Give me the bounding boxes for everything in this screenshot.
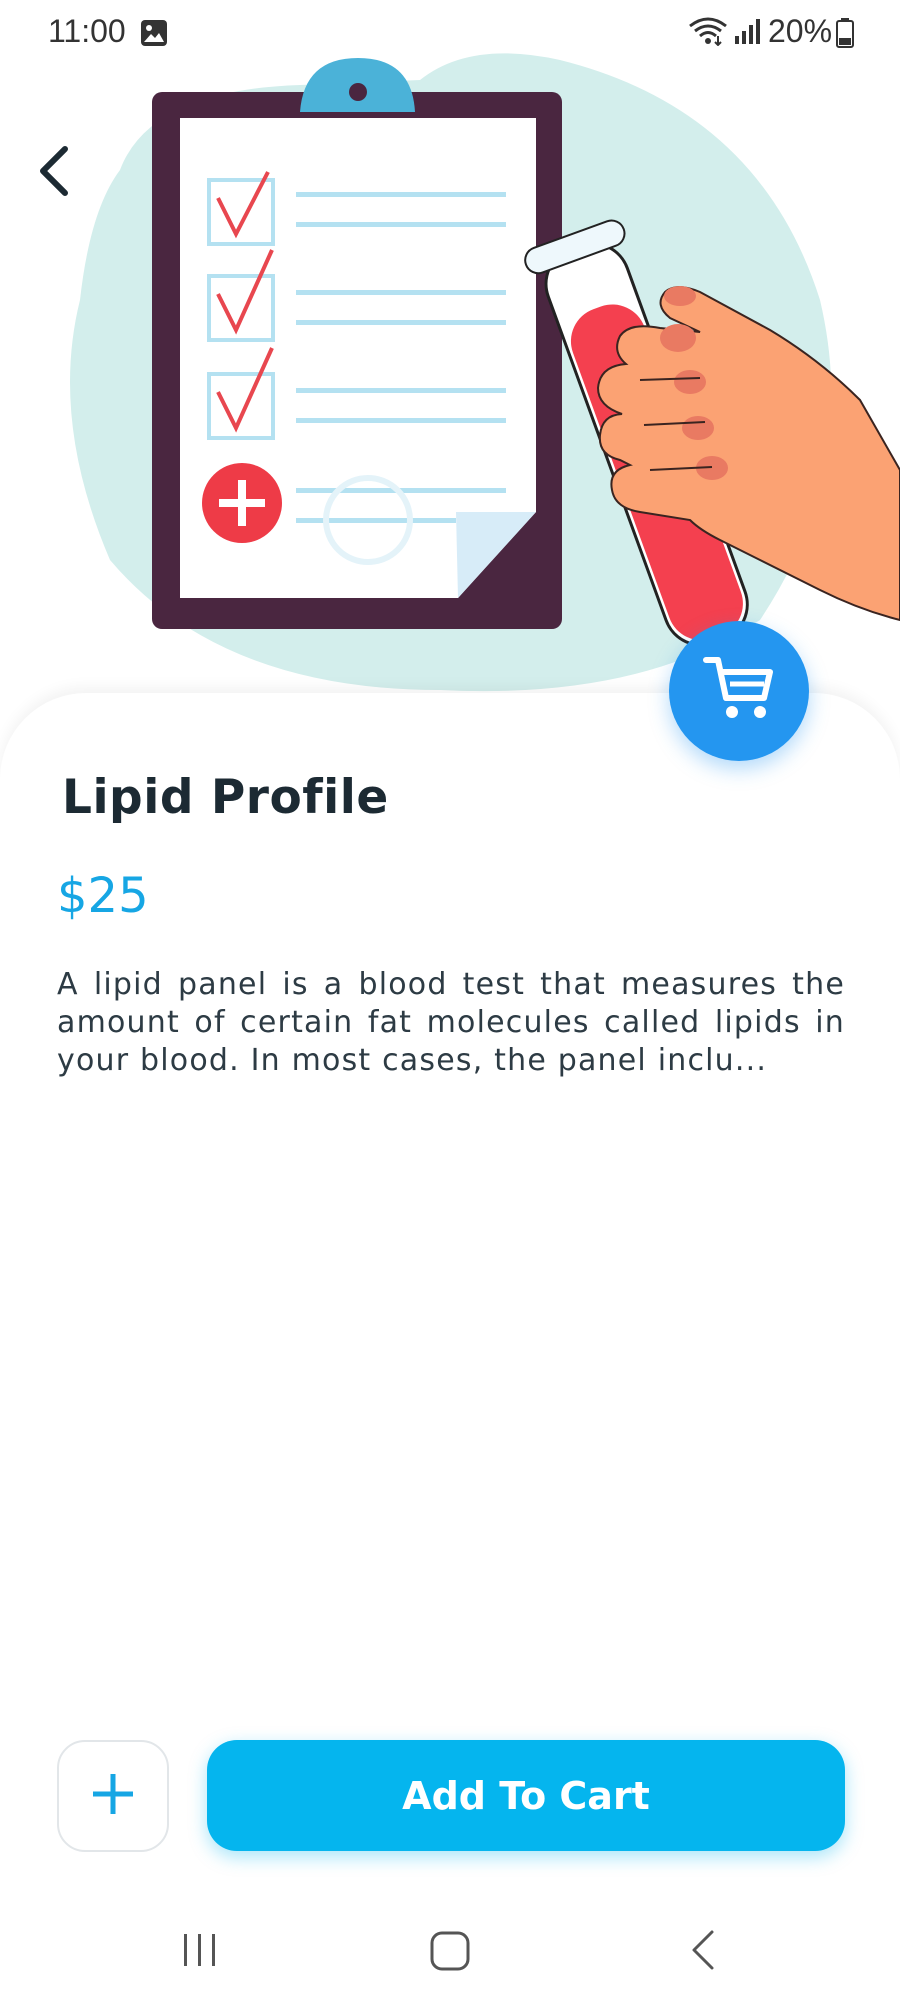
system-nav-bar [0, 1900, 900, 2000]
product-illustration [0, 40, 900, 720]
chevron-left-icon [40, 146, 68, 196]
add-to-cart-button[interactable]: Add To Cart [207, 1740, 845, 1851]
cart-fab-button[interactable] [669, 621, 809, 761]
shopping-cart-icon [700, 650, 778, 732]
back-icon[interactable] [688, 1928, 718, 1976]
home-icon[interactable] [429, 1930, 471, 1976]
product-detail-screen: 11:00 20% Lipid Profile $25 A lipid pane… [0, 0, 900, 2000]
product-title: Lipid Profile [62, 770, 389, 825]
product-description: A lipid panel is a blood test that measu… [57, 967, 845, 1078]
product-price: $25 [57, 868, 149, 924]
plus-icon [91, 1772, 135, 1820]
back-button[interactable] [24, 136, 84, 206]
add-to-cart-label: Add To Cart [402, 1773, 650, 1818]
quantity-plus-button[interactable] [57, 1740, 169, 1852]
recents-icon[interactable] [180, 1930, 220, 1974]
